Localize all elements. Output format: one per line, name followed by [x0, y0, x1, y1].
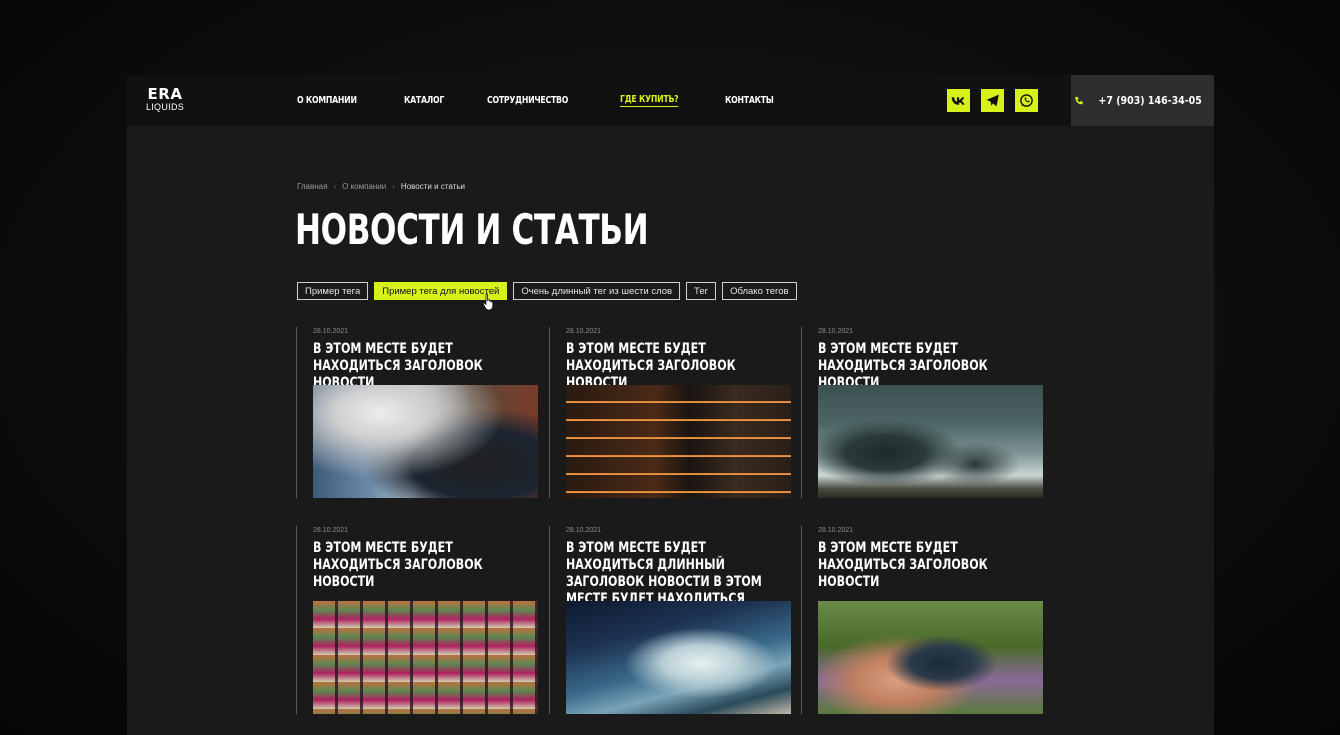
breadcrumb-about[interactable]: О компании [342, 182, 386, 191]
news-card[interactable]: 28.10.2021 В ЭТОМ МЕСТЕ БУДЕТ НАХОДИТЬСЯ… [801, 327, 1043, 498]
news-card[interactable]: 28.10.2021 В ЭТОМ МЕСТЕ БУДЕТ НАХОДИТЬСЯ… [549, 327, 791, 498]
card-date: 28.10.2021 [818, 328, 854, 335]
phone-icon [1075, 96, 1084, 104]
tag-chip[interactable]: Облако тегов [722, 282, 797, 300]
card-date: 28.10.2021 [313, 328, 349, 335]
nav-item-where-to-buy[interactable]: ГДЕ КУПИТЬ? [619, 94, 678, 107]
news-card[interactable]: 28.10.2021 В ЭТОМ МЕСТЕ БУДЕТ НАХОДИТЬСЯ… [549, 526, 791, 714]
page-title: НОВОСТИ И СТАТЬИ [295, 205, 649, 254]
site-frame: ERA LIQUIDS О КОМПАНИИ КАТАЛОГ СОТРУДНИЧ… [127, 75, 1214, 735]
card-image [566, 601, 791, 714]
hand-cursor-icon [482, 293, 494, 311]
chevron-right-icon: › [392, 182, 395, 191]
card-image [313, 601, 538, 714]
phone-link[interactable]: +7 (903) 146-34-05 [1071, 75, 1214, 126]
tag-chip[interactable]: Тег [686, 282, 717, 300]
whatsapp-icon [1020, 94, 1033, 107]
vk-icon [951, 96, 965, 105]
phone-number: +7 (903) 146-34-05 [1098, 94, 1203, 107]
logo-subtext: LIQUIDS [145, 102, 185, 112]
news-card[interactable]: 28.10.2021 В ЭТОМ МЕСТЕ БУДЕТ НАХОДИТЬСЯ… [296, 327, 538, 498]
card-date: 28.10.2021 [313, 527, 349, 534]
card-title: В ЭТОМ МЕСТЕ БУДЕТ НАХОДИТЬСЯ ЗАГОЛОВОК … [818, 540, 988, 590]
card-image [313, 385, 538, 498]
tag-chip[interactable]: Пример тега [297, 282, 369, 300]
news-card[interactable]: 28.10.2021 В ЭТОМ МЕСТЕ БУДЕТ НАХОДИТЬСЯ… [801, 526, 1043, 714]
tag-filter: Пример тега Пример тега для новостей Оче… [297, 282, 803, 300]
chevron-right-icon: › [333, 182, 337, 191]
vk-button[interactable] [947, 89, 970, 112]
breadcrumb-home[interactable]: Главная [297, 182, 327, 191]
card-image [818, 385, 1043, 498]
card-date: 28.10.2021 [818, 527, 854, 534]
logo-text: ERA [147, 85, 183, 103]
telegram-icon [986, 94, 999, 107]
logo[interactable]: ERA LIQUIDS [143, 87, 187, 113]
card-title: В ЭТОМ МЕСТЕ БУДЕТ НАХОДИТЬСЯ ДЛИННЫЙ ЗА… [566, 540, 762, 607]
card-date: 28.10.2021 [566, 527, 602, 534]
breadcrumb-current: Новости и статьи [400, 182, 465, 191]
card-image [566, 385, 791, 498]
card-date: 28.10.2021 [566, 328, 602, 335]
card-image [818, 601, 1043, 714]
news-card[interactable]: 28.10.2021 В ЭТОМ МЕСТЕ БУДЕТ НАХОДИТЬСЯ… [296, 526, 538, 714]
breadcrumb: Главная › О компании › Новости и статьи [297, 182, 465, 191]
tag-chip[interactable]: Очень длинный тег из шести слов [513, 282, 681, 300]
nav-item-contacts[interactable]: КОНТАКТЫ [725, 95, 774, 106]
header: ERA LIQUIDS О КОМПАНИИ КАТАЛОГ СОТРУДНИЧ… [127, 75, 1214, 126]
nav-item-cooperation[interactable]: СОТРУДНИЧЕСТВО [487, 95, 568, 106]
nav-item-catalog[interactable]: КАТАЛОГ [404, 95, 444, 106]
nav-item-about[interactable]: О КОМПАНИИ [297, 95, 357, 106]
whatsapp-button[interactable] [1015, 89, 1038, 112]
telegram-button[interactable] [981, 89, 1004, 112]
card-title: В ЭТОМ МЕСТЕ БУДЕТ НАХОДИТЬСЯ ЗАГОЛОВОК … [313, 540, 483, 590]
social-links [947, 89, 1049, 112]
main-nav: О КОМПАНИИ КАТАЛОГ СОТРУДНИЧЕСТВО ГДЕ КУ… [297, 75, 818, 126]
